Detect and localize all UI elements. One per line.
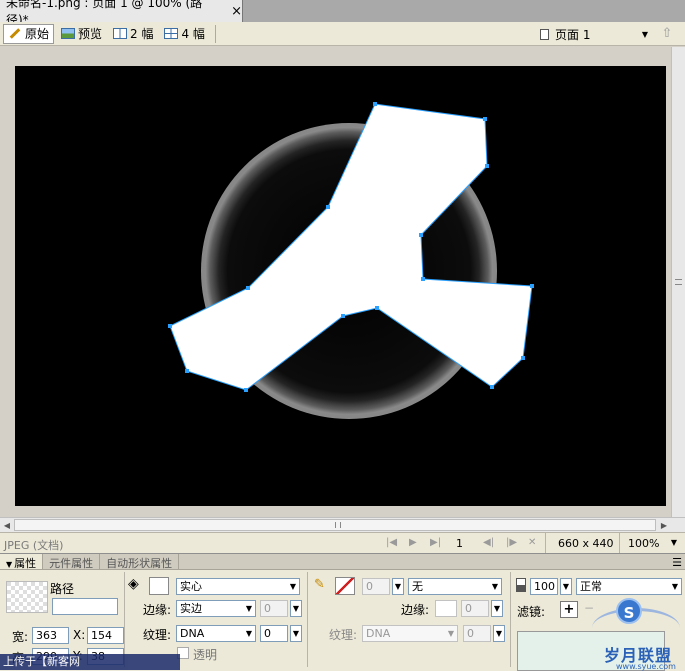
page-icon — [540, 28, 549, 40]
first-page-icon[interactable]: |◀ — [386, 537, 397, 548]
object-thumbnail — [6, 581, 48, 613]
stroke-size-dropdown[interactable]: ▼ — [392, 578, 404, 595]
view-preview-label: 预览 — [78, 27, 103, 41]
chevron-down-icon: ▼ — [670, 538, 677, 547]
fill-edge-label: 边缘: — [143, 603, 172, 617]
width-label: 宽: — [12, 630, 29, 644]
properties-panel: ▼属性 元件属性 自动形状属性 ☰ 路径 宽: 363 X: 154 高: 29… — [0, 553, 685, 671]
fill-edge-amount[interactable]: 0 — [260, 600, 288, 617]
page-select-value: 页面 1 — [555, 27, 591, 42]
page-number: 1 — [456, 537, 463, 550]
logo-letter: S — [616, 598, 642, 624]
stroke-size-field[interactable]: 0 — [362, 578, 390, 595]
stroke-texture-amount-dropdown[interactable]: ▼ — [493, 625, 505, 642]
horizontal-scrollbar[interactable]: ◀ ▶ — [0, 517, 685, 532]
tab-symbol-properties[interactable]: 元件属性 — [43, 554, 101, 570]
logo-url: www.syue.com — [616, 662, 676, 671]
canvas-area — [0, 47, 685, 517]
canvas-size-value: 660 x 440 — [558, 537, 614, 550]
stroke-edge-amount-dropdown[interactable]: ▼ — [491, 600, 503, 617]
fill-texture-amount[interactable]: 0 — [260, 625, 288, 642]
stroke-texture-select[interactable]: DNA ▼ — [362, 625, 458, 642]
opacity-icon — [516, 578, 526, 592]
properties-tabs: ▼ 属性 元件属性 自动形状属性 — [0, 554, 685, 570]
scroll-right-icon[interactable]: ▶ — [658, 519, 670, 531]
width-field[interactable]: 363 — [32, 627, 69, 644]
view-preview-button[interactable]: 预览 — [57, 24, 106, 44]
stroke-texture-amount[interactable]: 0 — [463, 625, 491, 642]
fill-edge-select[interactable]: 实边 ▼ — [176, 600, 256, 617]
play-icon[interactable]: ▶ — [409, 537, 417, 548]
stroke-texture-label: 纹理: — [329, 628, 358, 642]
document-tab[interactable]: 未命名-1.png : 页面 1 @ 100% (路径)* × — [0, 0, 243, 27]
panel-divider — [307, 572, 308, 667]
watermark-logo: S 岁月联盟 www.syue.com — [588, 598, 685, 671]
zoom-select[interactable]: 100% ▼ — [619, 533, 685, 553]
stroke-edge-amount[interactable]: 0 — [461, 600, 489, 617]
view-2up-label: 2 幅 — [130, 27, 154, 41]
panel-divider — [510, 572, 511, 667]
toolbar-divider — [214, 24, 216, 43]
view-toolbar: 原始 预览 2 幅 4 幅 页面 1 ▼ ⇧ — [0, 22, 685, 46]
fill-color-swatch[interactable] — [149, 577, 169, 595]
status-bar: JPEG (文档) |◀ ▶ ▶| 1 ◀| |▶ ✕ 660 x 440 10… — [0, 532, 685, 553]
document-canvas[interactable] — [15, 66, 666, 506]
upload-icon[interactable]: ⇧ — [656, 26, 678, 42]
zoom-value: 100% — [628, 537, 660, 550]
split-2-icon — [113, 28, 128, 40]
object-name-field[interactable] — [52, 598, 118, 615]
fill-edge-amount-dropdown[interactable]: ▼ — [290, 600, 302, 617]
x-field[interactable]: 154 — [87, 627, 124, 644]
prev-frame-icon[interactable]: ◀| — [483, 537, 494, 548]
file-format-label: JPEG (文档) — [4, 539, 64, 552]
close-tab-icon[interactable]: × — [231, 4, 242, 19]
add-filter-button[interactable]: + — [560, 601, 578, 618]
image-icon — [61, 28, 76, 40]
pencil-icon — [8, 28, 22, 40]
blend-mode-select[interactable]: 正常 ▼ — [576, 578, 682, 595]
document-tab-bar: 未命名-1.png : 页面 1 @ 100% (路径)* × — [0, 0, 685, 27]
opacity-dropdown[interactable]: ▼ — [560, 578, 572, 595]
stroke-type-select[interactable]: 无 ▼ — [408, 578, 502, 595]
next-frame-icon[interactable]: |▶ — [506, 537, 517, 548]
chevron-down-icon: ▼ — [641, 29, 648, 39]
last-page-icon[interactable]: ▶| — [430, 537, 441, 548]
watermark-banner: 上传于【新客网 WWW.XKER.COM】 — [0, 654, 180, 670]
tab-autoshape-properties[interactable]: 自动形状属性 — [100, 554, 180, 570]
view-2up-button[interactable]: 2 幅 — [109, 24, 157, 44]
view-4up-label: 4 幅 — [181, 27, 205, 41]
split-4-icon — [164, 28, 179, 40]
fill-texture-select[interactable]: DNA ▼ — [176, 625, 256, 642]
panel-divider — [124, 572, 125, 667]
canvas-size-readout: 660 x 440 — [545, 533, 619, 553]
opacity-field[interactable]: 100 — [530, 578, 558, 595]
canvas-artwork — [168, 102, 534, 419]
tab-properties[interactable]: ▼ 属性 — [0, 554, 44, 570]
pencil-icon: ✎ — [314, 577, 325, 592]
fill-type-select[interactable]: 实心 ▼ — [176, 578, 300, 595]
fill-texture-label: 纹理: — [143, 628, 172, 642]
view-original-label: 原始 — [25, 27, 50, 41]
stroke-edge-label: 边缘: — [401, 603, 430, 617]
scroll-left-icon[interactable]: ◀ — [1, 519, 13, 531]
page-select[interactable]: 页面 1 ▼ — [540, 24, 650, 44]
scroll-thumb[interactable] — [14, 519, 656, 531]
panel-menu-icon[interactable]: ☰ — [672, 556, 682, 569]
paint-bucket-icon: ◈ — [128, 576, 139, 592]
x-label: X: — [73, 628, 86, 642]
view-original-button[interactable]: 原始 — [3, 23, 55, 44]
stroke-color-swatch[interactable] — [335, 577, 355, 595]
object-type-label: 路径 — [50, 582, 75, 596]
fill-transparent-label: 透明 — [193, 648, 218, 662]
filters-label: 滤镜: — [517, 605, 546, 619]
stroke-edge-swatch — [435, 600, 457, 617]
vertical-scrollbar[interactable] — [671, 47, 685, 517]
stop-icon[interactable]: ✕ — [528, 537, 536, 548]
fill-texture-amount-dropdown[interactable]: ▼ — [290, 625, 302, 642]
view-4up-button[interactable]: 4 幅 — [160, 24, 208, 44]
scroll-grip-icon — [675, 279, 682, 285]
